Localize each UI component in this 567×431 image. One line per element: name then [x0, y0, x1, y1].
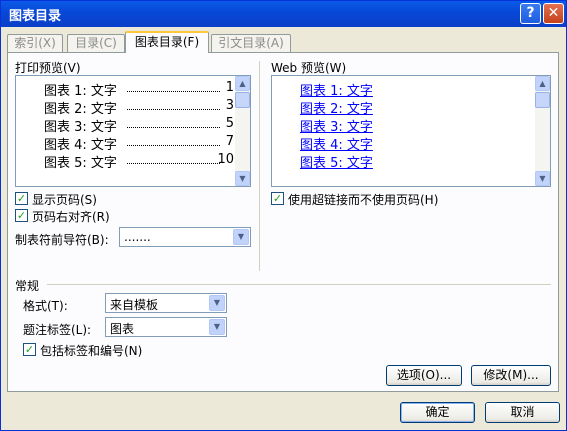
include-label-checkbox[interactable]: ✓ — [23, 343, 36, 356]
use-hyperlinks-label: 使用超链接而不使用页码(H) — [288, 193, 439, 207]
ok-button[interactable]: 确定 — [400, 402, 475, 423]
show-page-numbers-label: 显示页码(S) — [32, 193, 97, 207]
scrollbar[interactable]: ▲ ▼ — [535, 76, 550, 186]
tab-table-of-authorities[interactable]: 引文目录(A) — [211, 34, 291, 52]
modify-button[interactable]: 修改(M)... — [471, 365, 551, 386]
vertical-divider — [259, 61, 260, 271]
web-link[interactable]: 图表 1: 文字 — [300, 80, 373, 99]
dot-leader — [127, 85, 220, 92]
use-hyperlinks-checkbox[interactable]: ✓ — [271, 192, 284, 205]
web-preview-label: Web 预览(W) — [271, 61, 347, 75]
web-link[interactable]: 图表 2: 文字 — [300, 98, 373, 117]
right-align-checkbox[interactable]: ✓ — [15, 209, 28, 222]
scroll-down-icon[interactable]: ▼ — [535, 171, 550, 186]
scroll-thumb[interactable] — [235, 92, 250, 108]
tab-toc[interactable]: 目录(C) — [67, 34, 125, 52]
chevron-down-icon[interactable]: ▼ — [233, 229, 249, 245]
dot-leader — [127, 157, 220, 164]
general-heading: 常规 — [15, 279, 40, 293]
dot-leader — [127, 139, 220, 146]
format-label: 格式(T): — [23, 299, 68, 313]
caption-label-select[interactable]: 图表 ▼ — [105, 317, 227, 337]
tab-leader-label: 制表符前导符(B): — [15, 233, 109, 247]
web-link[interactable]: 图表 3: 文字 — [300, 116, 373, 135]
scroll-down-icon[interactable]: ▼ — [235, 171, 250, 186]
web-link[interactable]: 图表 4: 文字 — [300, 134, 373, 153]
include-label-label: 包括标签和编号(N) — [40, 344, 143, 358]
table-of-figures-dialog: 图表目录 ? ✕ 索引(X) 目录(C) 图表目录(F) 引文目录(A) 打印预… — [0, 0, 567, 431]
tab-leader-value: ....... — [124, 230, 151, 244]
caption-label-value: 图表 — [110, 322, 135, 336]
close-button[interactable]: ✕ — [543, 3, 564, 24]
horizontal-divider — [47, 284, 551, 285]
right-align-label: 页码右对齐(R) — [32, 210, 110, 224]
tab-table-of-figures[interactable]: 图表目录(F) — [125, 31, 209, 53]
print-preview-label: 打印预览(V) — [15, 61, 81, 75]
cancel-button[interactable]: 取消 — [485, 402, 560, 423]
dot-leader — [127, 103, 220, 110]
scroll-thumb[interactable] — [535, 92, 550, 108]
chevron-down-icon[interactable]: ▼ — [209, 319, 225, 335]
window-title: 图表目录 — [9, 9, 62, 24]
chevron-down-icon[interactable]: ▼ — [209, 295, 225, 311]
help-button[interactable]: ? — [520, 3, 541, 24]
scroll-up-icon[interactable]: ▲ — [235, 76, 250, 91]
print-preview-list[interactable]: 图表 1: 文字 1 图表 2: 文字 3 图表 3: 文字 5 图表 4: 文… — [15, 75, 251, 187]
tab-index[interactable]: 索引(X) — [7, 34, 63, 52]
dot-leader — [127, 121, 220, 128]
caption-label-label: 题注标签(L): — [23, 323, 92, 337]
show-page-numbers-checkbox[interactable]: ✓ — [15, 192, 28, 205]
format-select[interactable]: 来自模板 ▼ — [105, 293, 227, 313]
format-value: 来自模板 — [110, 298, 159, 312]
web-link[interactable]: 图表 5: 文字 — [300, 152, 373, 171]
title-bar[interactable]: 图表目录 ? ✕ — [1, 1, 566, 27]
scroll-up-icon[interactable]: ▲ — [535, 76, 550, 91]
web-preview-list[interactable]: 图表 1: 文字 图表 2: 文字 图表 3: 文字 图表 4: 文字 图表 5… — [271, 75, 551, 187]
options-button[interactable]: 选项(O)... — [386, 365, 462, 386]
scrollbar[interactable]: ▲ ▼ — [235, 76, 250, 186]
tab-leader-select[interactable]: ....... ▼ — [119, 227, 251, 247]
